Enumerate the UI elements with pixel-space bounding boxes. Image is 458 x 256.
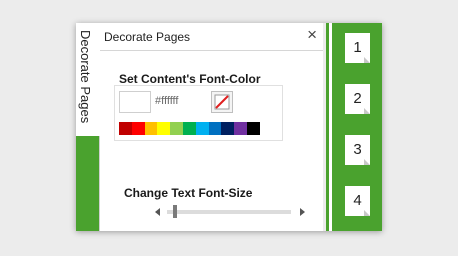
palette-swatch[interactable] bbox=[182, 122, 196, 135]
tab-label: Decorate Pages bbox=[78, 30, 93, 124]
palette-swatch[interactable] bbox=[195, 122, 209, 135]
tab-strip-accent bbox=[76, 136, 99, 231]
tab-decorate-pages[interactable]: Decorate Pages bbox=[76, 23, 100, 136]
page-thumbnail-2[interactable]: 2 bbox=[345, 84, 370, 114]
no-color-button[interactable] bbox=[211, 91, 233, 113]
decorate-panel: Decorate Pages × Set Content's Font-Colo… bbox=[100, 23, 323, 231]
close-icon[interactable]: × bbox=[307, 26, 317, 44]
slider-thumb[interactable] bbox=[173, 205, 177, 218]
font-color-title: Set Content's Font-Color bbox=[119, 72, 261, 86]
hex-color-value[interactable]: #ffffff bbox=[155, 95, 178, 107]
page-thumbnail-column: 1 2 3 4 bbox=[332, 23, 382, 231]
palette-swatch[interactable] bbox=[246, 122, 260, 135]
vertical-tab-strip: Decorate Pages bbox=[76, 23, 100, 231]
page-thumbnail-3[interactable]: 3 bbox=[345, 135, 370, 165]
palette-swatch[interactable] bbox=[221, 122, 235, 135]
slider-right-arrow-icon[interactable] bbox=[300, 208, 305, 216]
slider-left-arrow-icon[interactable] bbox=[155, 208, 160, 216]
current-color-swatch[interactable] bbox=[119, 91, 151, 113]
color-palette bbox=[119, 122, 260, 135]
font-size-slider[interactable] bbox=[155, 204, 305, 218]
no-color-icon bbox=[214, 94, 230, 110]
palette-swatch[interactable] bbox=[144, 122, 158, 135]
font-size-title: Change Text Font-Size bbox=[124, 186, 253, 200]
slider-track[interactable] bbox=[167, 205, 291, 218]
color-picker: #ffffff bbox=[114, 85, 283, 141]
palette-swatch[interactable] bbox=[131, 122, 145, 135]
page-thumbnail-1[interactable]: 1 bbox=[345, 33, 370, 63]
palette-swatch[interactable] bbox=[234, 122, 247, 135]
palette-swatch[interactable] bbox=[119, 122, 132, 135]
palette-swatch[interactable] bbox=[170, 122, 183, 135]
panel-header: Decorate Pages × bbox=[100, 23, 323, 51]
page-thumbnail-4[interactable]: 4 bbox=[345, 186, 370, 216]
panel-title: Decorate Pages bbox=[104, 30, 191, 44]
decorate-pages-window: Decorate Pages Decorate Pages × Set Cont… bbox=[76, 23, 382, 231]
palette-swatch[interactable] bbox=[208, 122, 222, 135]
palette-swatch[interactable] bbox=[157, 122, 171, 135]
